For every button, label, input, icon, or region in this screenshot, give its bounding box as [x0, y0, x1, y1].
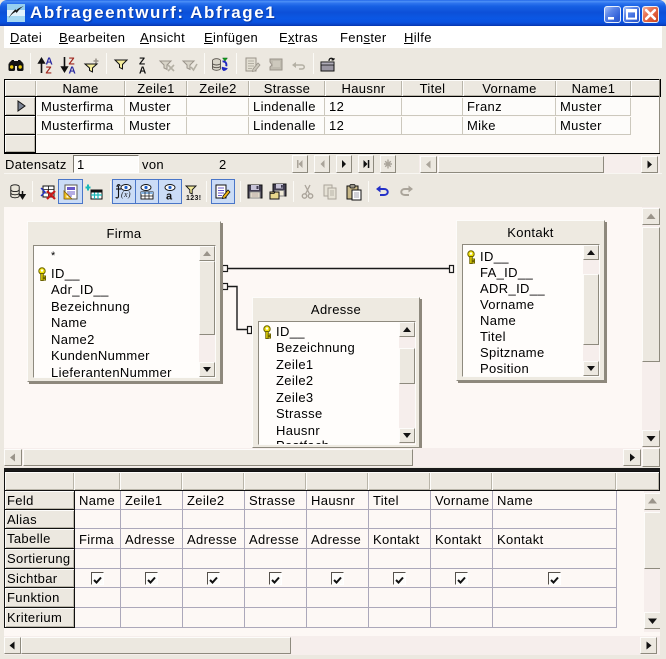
svg-text:A: A: [139, 66, 147, 75]
svg-text:(x): (x): [121, 190, 131, 199]
svg-text:A: A: [69, 66, 77, 75]
svg-text:Z: Z: [46, 66, 52, 75]
svg-text:123!: 123!: [186, 195, 201, 201]
svg-text:a: a: [166, 191, 173, 202]
